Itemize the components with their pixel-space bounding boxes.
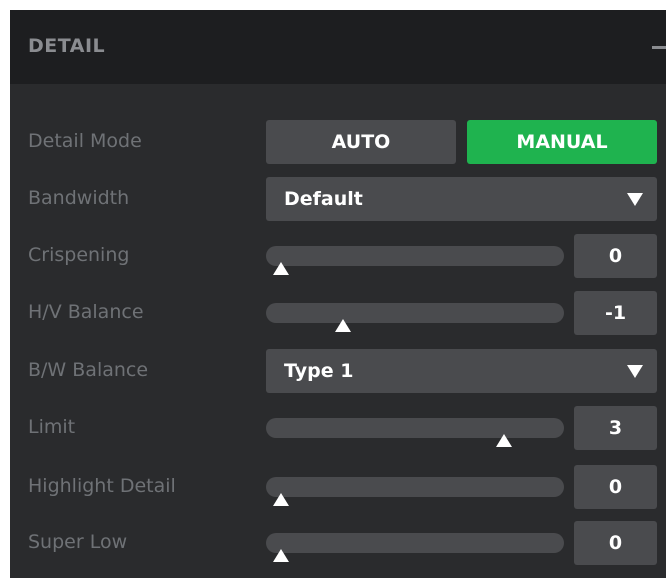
slider-thumb-icon[interactable] <box>335 319 352 332</box>
auto-button[interactable]: AUTO <box>266 120 456 164</box>
hv-balance-value[interactable]: -1 <box>574 291 657 335</box>
super-low-value[interactable]: 0 <box>574 521 657 565</box>
bandwidth-row: Bandwidth Default <box>10 177 666 221</box>
highlight-detail-value[interactable]: 0 <box>574 465 657 509</box>
hv-balance-row: H/V Balance -1 <box>10 291 666 335</box>
limit-slider[interactable] <box>266 406 564 450</box>
slider-track[interactable] <box>266 303 564 323</box>
highlight-detail-label: Highlight Detail <box>28 475 176 497</box>
hv-balance-slider[interactable] <box>266 291 564 335</box>
super-low-row: Super Low 0 <box>10 521 666 565</box>
detail-mode-label: Detail Mode <box>28 130 142 152</box>
panel-title: DETAIL <box>28 35 106 57</box>
hv-balance-label: H/V Balance <box>28 301 144 323</box>
highlight-detail-slider[interactable] <box>266 465 564 509</box>
crispening-label: Crispening <box>28 244 130 266</box>
triangle-down-icon <box>627 193 643 206</box>
super-low-label: Super Low <box>28 531 128 553</box>
slider-thumb-icon[interactable] <box>272 262 289 275</box>
bw-balance-select[interactable]: Type 1 <box>266 349 657 393</box>
crispening-value[interactable]: 0 <box>574 234 657 278</box>
bw-balance-row: B/W Balance Type 1 <box>10 349 666 393</box>
slider-track[interactable] <box>266 418 564 438</box>
bandwidth-value: Default <box>284 188 363 210</box>
panel-header[interactable]: DETAIL <box>10 10 666 84</box>
highlight-detail-row: Highlight Detail 0 <box>10 465 666 509</box>
bandwidth-label: Bandwidth <box>28 187 130 209</box>
slider-track[interactable] <box>266 246 564 266</box>
minus-icon[interactable] <box>652 46 666 49</box>
slider-thumb-icon[interactable] <box>496 434 513 447</box>
limit-value[interactable]: 3 <box>574 406 657 450</box>
bandwidth-select[interactable]: Default <box>266 177 657 221</box>
slider-thumb-icon[interactable] <box>272 493 289 506</box>
slider-track[interactable] <box>266 533 564 553</box>
crispening-row: Crispening 0 <box>10 234 666 278</box>
bw-balance-value: Type 1 <box>284 360 354 382</box>
limit-row: Limit 3 <box>10 406 666 450</box>
crispening-slider[interactable] <box>266 234 564 278</box>
detail-mode-row: Detail Mode AUTO MANUAL <box>10 120 666 164</box>
slider-thumb-icon[interactable] <box>272 549 289 562</box>
limit-label: Limit <box>28 416 76 438</box>
bw-balance-label: B/W Balance <box>28 359 149 381</box>
manual-button[interactable]: MANUAL <box>467 120 657 164</box>
triangle-down-icon <box>627 365 643 378</box>
detail-panel: DETAIL Detail Mode AUTO MANUAL Bandwidth… <box>10 10 666 578</box>
super-low-slider[interactable] <box>266 521 564 565</box>
slider-track[interactable] <box>266 477 564 497</box>
